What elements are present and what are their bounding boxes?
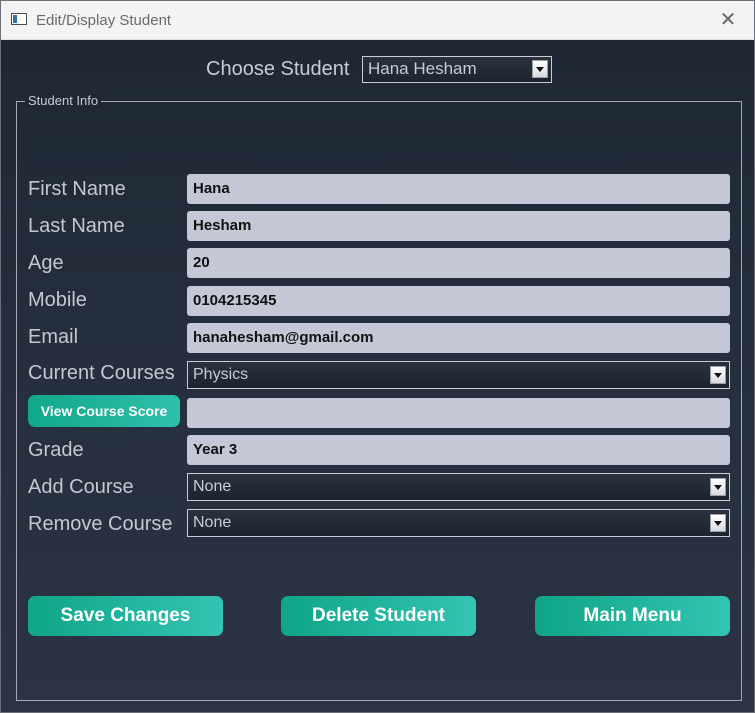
remove-course-selected: None [193, 514, 232, 531]
current-courses-selected: Physics [193, 366, 249, 383]
current-courses-dropdown[interactable]: Physics [187, 361, 730, 389]
window-app-icon [11, 13, 27, 25]
add-course-dropdown[interactable]: None [187, 473, 730, 501]
add-course-label: Add Course [28, 476, 134, 498]
choose-student-dropdown[interactable]: Hana Hesham [362, 56, 552, 83]
first-name-label: First Name [28, 178, 126, 200]
age-field[interactable]: 20 [187, 248, 730, 278]
save-changes-button[interactable]: Save Changes [28, 596, 223, 636]
last-name-label: Last Name [28, 215, 125, 237]
mobile-field[interactable]: 0104215345 [187, 286, 730, 316]
student-info-title: Student Info [25, 93, 102, 108]
remove-course-label: Remove Course [28, 513, 173, 535]
view-course-score-button[interactable]: View Course Score [28, 395, 180, 427]
email-label: Email [28, 326, 79, 348]
choose-student-selected: Hana Hesham [368, 59, 477, 78]
title-bar: Edit/Display Student ✕ [1, 1, 754, 40]
edit-display-student-window: Edit/Display Student ✕ Choose Student Ha… [0, 0, 755, 713]
course-score-field[interactable] [187, 398, 730, 428]
window-title: Edit/Display Student [36, 12, 172, 29]
main-menu-button[interactable]: Main Menu [535, 596, 730, 636]
current-courses-label: Current Courses [28, 362, 175, 384]
grade-label: Grade [28, 439, 84, 461]
chevron-down-icon[interactable] [532, 60, 548, 78]
mobile-label: Mobile [28, 289, 87, 311]
close-icon[interactable]: ✕ [708, 5, 748, 35]
remove-course-dropdown[interactable]: None [187, 509, 730, 537]
chevron-down-icon[interactable] [710, 478, 726, 496]
chevron-down-icon[interactable] [710, 366, 726, 384]
add-course-selected: None [193, 478, 232, 495]
chevron-down-icon[interactable] [710, 514, 726, 532]
first-name-field[interactable]: Hana [187, 174, 730, 204]
age-label: Age [28, 252, 64, 274]
last-name-field[interactable]: Hesham [187, 211, 730, 241]
email-field[interactable]: hanahesham@gmail.com [187, 323, 730, 353]
choose-student-label: Choose Student [206, 58, 350, 80]
grade-field[interactable]: Year 3 [187, 435, 730, 465]
delete-student-button[interactable]: Delete Student [281, 596, 476, 636]
